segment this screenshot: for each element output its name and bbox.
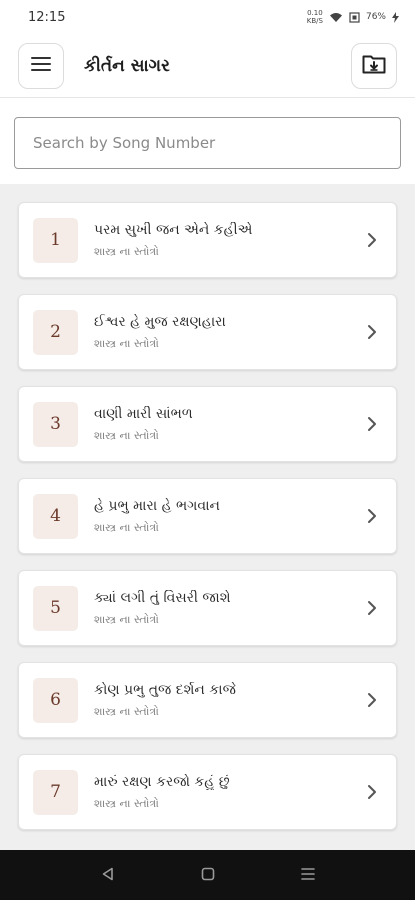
- song-text: ઈશ્વર હે મુજ રક્ષણહારા શાસ્ત્ર ના સ્તોત્…: [94, 314, 362, 351]
- song-card[interactable]: 6 કોણ પ્રભુ તુજ દર્શન કાજે શાસ્ત્ર ના સ્…: [18, 662, 397, 738]
- song-title: હે પ્રભુ મારા હે ભગવાન: [94, 497, 220, 514]
- chevron-right-icon: [362, 690, 382, 710]
- system-nav-bar: [0, 850, 415, 900]
- folder-download-button[interactable]: [351, 42, 397, 89]
- song-text: વાણી મારી સાંભળ શાસ્ત્ર ના સ્તોત્રો: [94, 406, 362, 443]
- home-square-icon: [201, 866, 215, 885]
- hamburger-menu-icon: [31, 56, 51, 76]
- network-speed: 0.10 KB/S: [306, 9, 323, 25]
- app-bar: કીર્તન સાગર: [0, 34, 415, 98]
- recents-button[interactable]: [297, 864, 319, 886]
- song-category: શાસ્ત્ર ના સ્તોત્રો: [94, 704, 159, 718]
- song-text: કોણ પ્રભુ તુજ દર્શન કાજે શાસ્ત્ર ના સ્તો…: [94, 682, 362, 719]
- chevron-right-icon: [362, 322, 382, 342]
- song-number-badge: 5: [33, 585, 78, 631]
- song-text: મારું રક્ષણ કરજો કહું છું શાસ્ત્ર ના સ્ત…: [94, 774, 362, 811]
- chevron-right-icon: [362, 230, 382, 250]
- song-card[interactable]: 1 પરમ સુખી જન એને કહીએ શાસ્ત્ર ના સ્તોત્…: [18, 202, 397, 278]
- song-card[interactable]: 7 મારું રક્ષણ કરજો કહું છું શાસ્ત્ર ના સ…: [18, 754, 397, 830]
- song-text: પરમ સુખી જન એને કહીએ શાસ્ત્ર ના સ્તોત્રો: [94, 222, 362, 259]
- home-button[interactable]: [197, 864, 219, 886]
- song-title: વાણી મારી સાંભળ: [94, 405, 193, 422]
- menu-button[interactable]: [18, 42, 64, 89]
- song-title: મારું રક્ષણ કરજો કહું છું: [94, 773, 230, 790]
- folder-download-icon: [362, 54, 386, 78]
- status-time: 12:15: [28, 9, 66, 25]
- chevron-right-icon: [362, 782, 382, 802]
- song-number-badge: 6: [33, 677, 78, 723]
- song-category: શાસ્ત્ર ના સ્તોત્રો: [94, 428, 159, 442]
- chevron-right-icon: [362, 506, 382, 526]
- search-section: [0, 98, 415, 184]
- song-card[interactable]: 4 હે પ્રભુ મારા હે ભગવાન શાસ્ત્ર ના સ્તો…: [18, 478, 397, 554]
- recents-lines-icon: [300, 866, 316, 885]
- song-title: કોણ પ્રભુ તુજ દર્શન કાજે: [94, 681, 236, 698]
- battery-saver-icon: [349, 11, 360, 23]
- song-title: ક્યાં લગી તું વિસરી જાશે: [94, 589, 231, 606]
- song-number-badge: 4: [33, 493, 78, 539]
- song-category: શાસ્ત્ર ના સ્તોત્રો: [94, 244, 159, 258]
- back-button[interactable]: [97, 864, 119, 886]
- battery-level: 76%: [365, 12, 386, 22]
- song-category: શાસ્ત્ર ના સ્તોત્રો: [94, 520, 159, 534]
- song-card[interactable]: 5 ક્યાં લગી તું વિસરી જાશે શાસ્ત્ર ના સ્…: [18, 570, 397, 646]
- song-text: હે પ્રભુ મારા હે ભગવાન શાસ્ત્ર ના સ્તોત્…: [94, 498, 362, 535]
- wifi-icon: [329, 12, 343, 23]
- song-category: શાસ્ત્ર ના સ્તોત્રો: [94, 796, 159, 810]
- song-card[interactable]: 3 વાણી મારી સાંભળ શાસ્ત્ર ના સ્તોત્રો: [18, 386, 397, 462]
- chevron-right-icon: [362, 598, 382, 618]
- status-icons: 0.10 KB/S 76%: [307, 9, 399, 25]
- song-text: ક્યાં લગી તું વિસરી જાશે શાસ્ત્ર ના સ્તો…: [94, 590, 362, 627]
- status-bar: 12:15 0.10 KB/S 76%: [0, 0, 415, 34]
- back-triangle-icon: [101, 866, 115, 885]
- song-number-badge: 1: [33, 217, 78, 263]
- song-list: 1 પરમ સુખી જન એને કહીએ શાસ્ત્ર ના સ્તોત્…: [18, 202, 397, 846]
- song-number-badge: 2: [33, 309, 78, 355]
- song-category: શાસ્ત્ર ના સ્તોત્રો: [94, 612, 159, 626]
- song-card[interactable]: 2 ઈશ્વર હે મુજ રક્ષણહારા શાસ્ત્ર ના સ્તો…: [18, 294, 397, 370]
- song-category: શાસ્ત્ર ના સ્તોત્રો: [94, 336, 159, 350]
- song-number-badge: 7: [33, 769, 78, 815]
- song-title: ઈશ્વર હે મુજ રક્ષણહારા: [94, 313, 226, 330]
- chevron-right-icon: [362, 414, 382, 434]
- search-input[interactable]: [14, 117, 401, 169]
- song-number-badge: 3: [33, 401, 78, 447]
- app-title: કીર્તન સાગર: [84, 55, 170, 76]
- song-title: પરમ સુખી જન એને કહીએ: [94, 221, 253, 238]
- charging-icon: [392, 11, 399, 23]
